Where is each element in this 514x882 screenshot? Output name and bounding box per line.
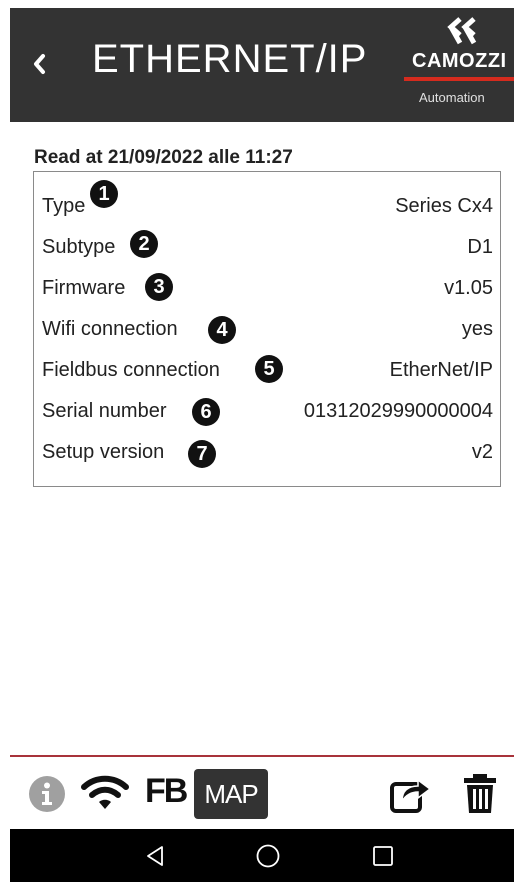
info-label: Setup version [42,441,165,463]
share-button[interactable] [388,771,432,815]
info-label: Fieldbus connection [42,359,220,381]
info-value: v1.05 [444,277,493,299]
info-value: D1 [467,236,493,258]
logo-subtitle: Automation [419,90,485,105]
info-row-fieldbus: Fieldbus connection 5 EtherNet/IP [42,352,493,386]
device-info-table: Type 1 Series Cx4 Subtype 2 D1 Firmware … [33,171,501,487]
wifi-button[interactable] [80,773,130,813]
info-label: Serial number [42,400,167,422]
info-value: v2 [471,441,493,463]
triangle-back-icon [147,846,163,866]
back-button[interactable] [24,44,54,84]
badge-1: 1 [90,180,118,208]
info-value: yes [461,318,493,340]
info-value: EtherNet/IP [389,359,493,381]
chevron-left-icon [34,54,45,74]
info-row-firmware: Firmware 3 v1.05 [42,270,493,304]
share-icon [390,778,432,813]
badge-4: 4 [208,316,236,344]
toolbar-divider [10,755,514,757]
info-row-serial: Serial number 6 01312029990000004 [42,393,493,427]
badge-6: 6 [192,398,220,426]
delete-button[interactable] [460,772,500,816]
screen: ETHERNET/IP CAMOZZI Automation Read at 2… [0,0,514,882]
nav-recents-button[interactable] [368,841,398,871]
info-value: 01312029990000004 [303,400,493,422]
badge-2: 2 [130,230,158,258]
logo-accent-bar [404,77,514,81]
square-recents-icon [373,846,393,866]
info-row-setup: Setup version 7 v2 [42,434,493,468]
page-title: ETHERNET/IP [92,37,368,81]
info-value: Series Cx4 [395,195,493,217]
info-row-type: Type 1 Series Cx4 [42,180,493,222]
info-button[interactable] [28,775,66,813]
badge-7: 7 [188,440,216,468]
info-label: Wifi connection [42,318,178,340]
badge-5: 5 [255,355,283,383]
info-icon [29,776,65,812]
camozzi-logo: CAMOZZI Automation [404,8,514,122]
circle-home-icon [256,844,280,868]
trash-icon [464,774,496,813]
read-timestamp: Read at 21/09/2022 alle 11:27 [34,147,293,168]
fieldbus-button[interactable]: FB [145,772,188,811]
info-row-subtype: Subtype 2 D1 [42,229,493,263]
info-row-wifi: Wifi connection 4 yes [42,311,493,345]
nav-back-button[interactable] [140,841,170,871]
info-label: Firmware [42,277,126,299]
camozzi-mark-icon [447,17,477,45]
app-header: ETHERNET/IP CAMOZZI Automation [10,8,514,122]
wifi-icon [81,775,129,809]
nav-home-button[interactable] [253,841,283,871]
logo-brand: CAMOZZI [412,50,507,72]
info-label: Subtype [42,236,116,258]
map-button[interactable]: MAP [194,769,268,819]
system-nav-bar [10,829,514,882]
info-label: Type [42,195,86,217]
badge-3: 3 [145,273,173,301]
